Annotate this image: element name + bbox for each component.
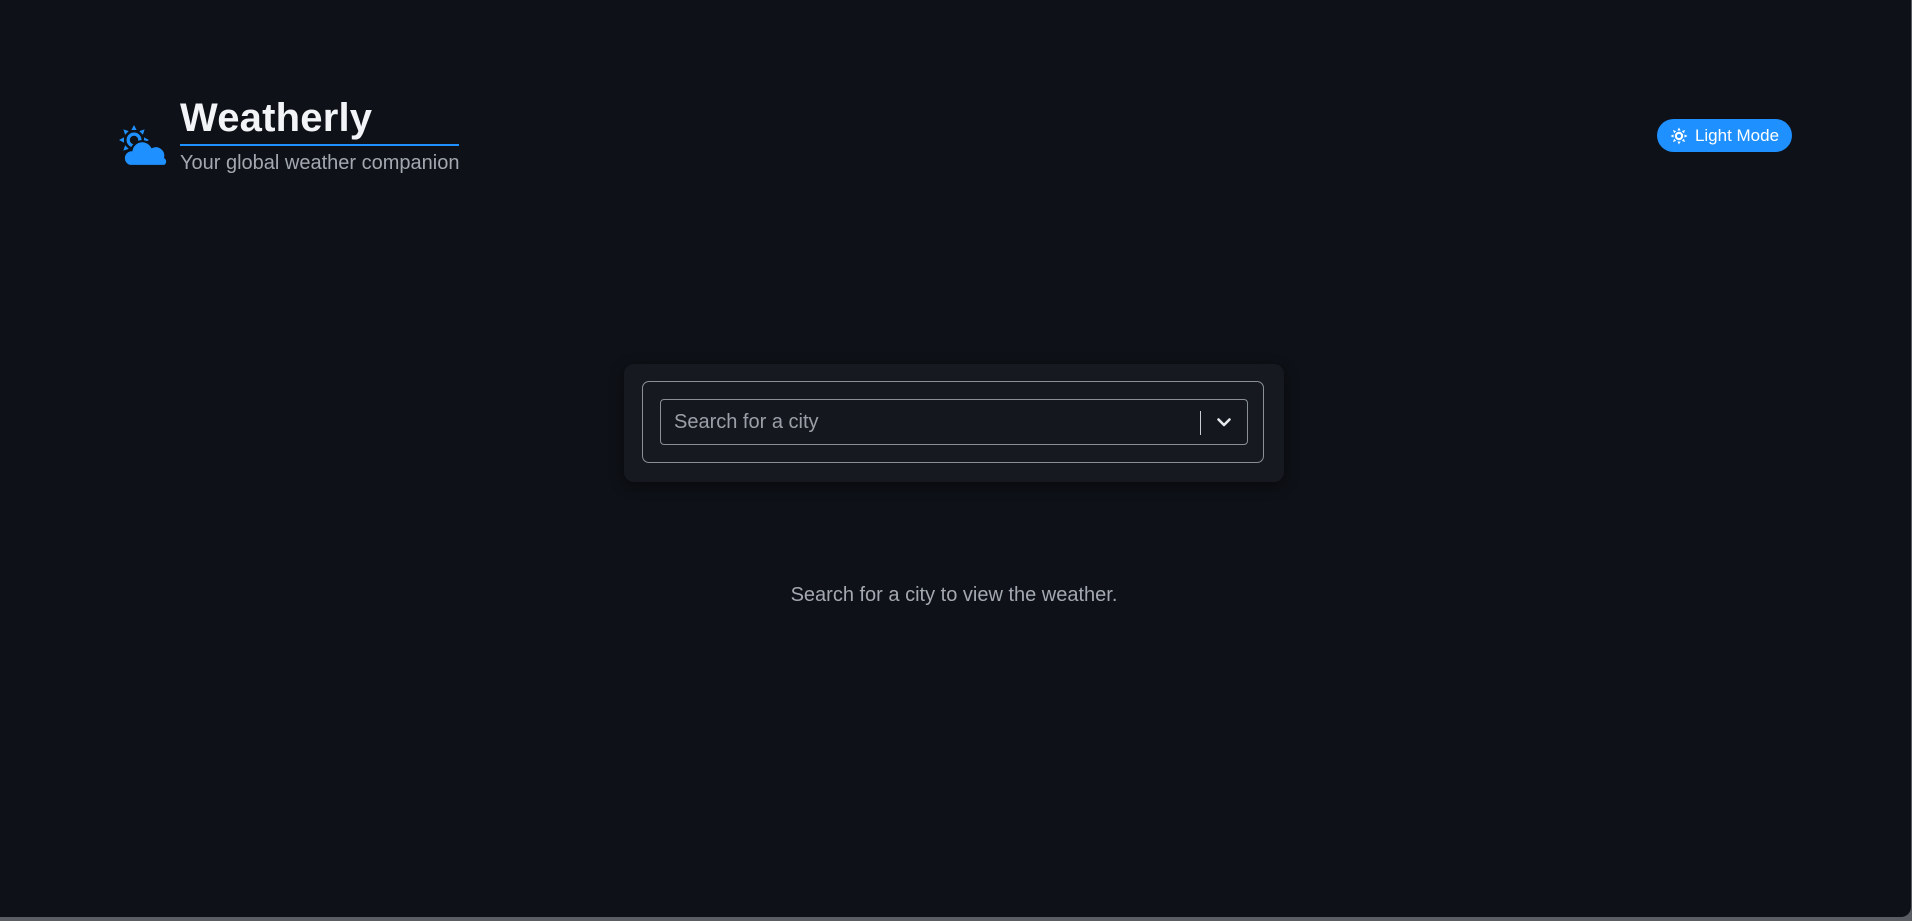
app-title: Weatherly <box>180 94 460 146</box>
light-mode-toggle-button[interactable]: Light Mode <box>1657 119 1792 152</box>
light-mode-label: Light Mode <box>1694 125 1780 145</box>
empty-state-message: Search for a city to view the weather. <box>790 584 1118 606</box>
app-viewport: Weatherly Your global weather companion … <box>0 0 1911 917</box>
search-card <box>624 364 1284 482</box>
search-frame <box>642 381 1264 463</box>
sun-icon <box>1670 127 1688 144</box>
sun-behind-cloud-icon <box>119 125 168 168</box>
brand-text: Weatherly Your global weather companion <box>180 94 460 175</box>
brand-header: Weatherly Your global weather companion <box>116 94 460 175</box>
city-search-select[interactable] <box>660 399 1248 445</box>
dropdown-toggle[interactable] <box>1202 401 1246 443</box>
chevron-down-icon <box>1217 418 1231 427</box>
select-separator <box>1200 411 1201 435</box>
city-search-input[interactable] <box>662 401 1202 443</box>
app-subtitle: Your global weather companion <box>180 152 460 174</box>
